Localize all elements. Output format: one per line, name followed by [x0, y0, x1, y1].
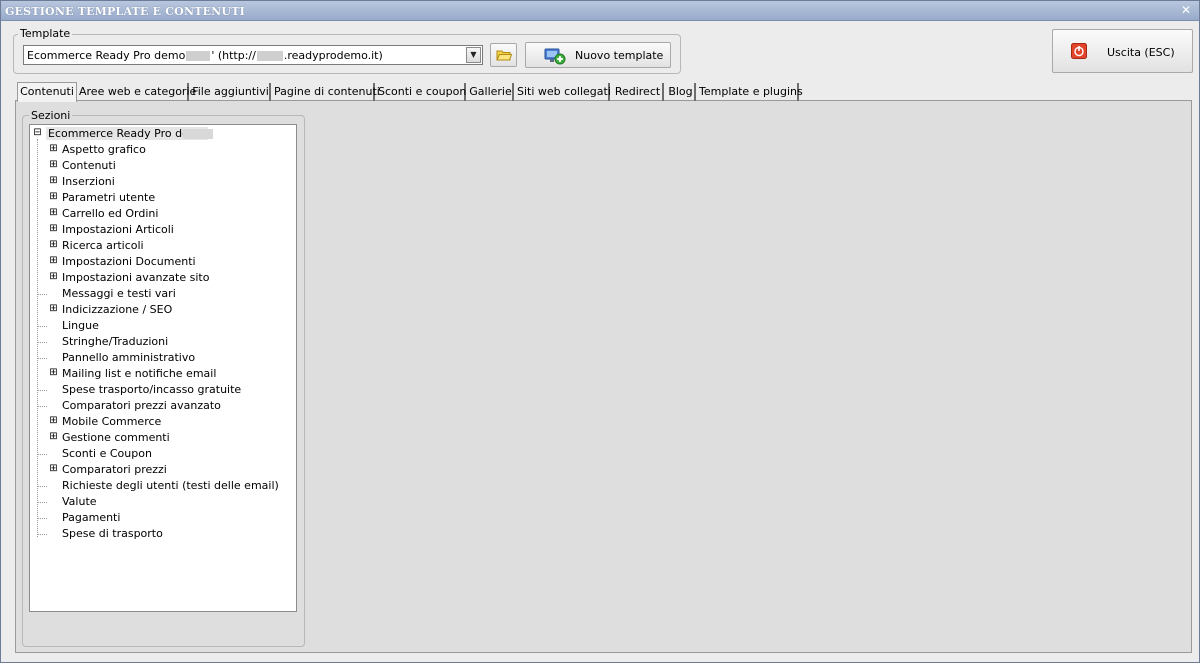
main-window: GESTIONE TEMPLATE E CONTENUTI ✕ Template…	[0, 0, 1200, 663]
expand-icon[interactable]: ⊞	[49, 160, 58, 170]
combo-text-url-domain: .readyprodemo.it)	[283, 49, 383, 62]
expand-icon[interactable]: ⊞	[49, 224, 58, 234]
tab-blog[interactable]: Blog	[667, 83, 696, 101]
tree-connector	[38, 342, 47, 343]
tab-contenuti[interactable]: Contenuti	[17, 82, 77, 102]
new-template-button[interactable]: Nuovo template	[525, 42, 671, 68]
expand-icon[interactable]: ⊞	[49, 144, 58, 154]
tab-aree-web-e-categorie[interactable]: Aree web e categorie	[79, 83, 196, 101]
tree-item-label: Carrello ed Ordini	[62, 207, 159, 220]
tree-item-label: Mailing list e notifiche email	[62, 367, 217, 380]
redacted-block	[183, 129, 213, 139]
tree-item-label: Impostazioni Articoli	[62, 223, 174, 236]
exit-button[interactable]: Uscita (ESC)	[1052, 29, 1193, 73]
tab-pagine-di-contenuti[interactable]: Pagine di contenuti	[274, 83, 380, 101]
expand-icon[interactable]: ⊞	[49, 304, 58, 314]
tree-item-label: Gestione commenti	[62, 431, 170, 444]
tree-item-label: Mobile Commerce	[62, 415, 162, 428]
tree-item-label: Impostazioni avanzate sito	[62, 271, 210, 284]
redacted-block	[256, 51, 283, 61]
expand-icon[interactable]: ⊞	[49, 192, 58, 202]
template-group-legend: Template	[18, 27, 73, 40]
add-monitor-icon	[544, 48, 566, 65]
expand-icon[interactable]: ⊞	[49, 464, 58, 474]
redacted-block	[186, 51, 211, 61]
tree-item-label: Valute	[62, 495, 97, 508]
tab-siti-web-collegati[interactable]: Siti web collegati	[517, 83, 611, 101]
tab-file-aggiuntivi[interactable]: File aggiuntivi	[192, 83, 271, 101]
window-title: GESTIONE TEMPLATE E CONTENUTI	[5, 5, 245, 18]
tree-item-label: Sconti e Coupon	[62, 447, 152, 460]
template-combo[interactable]: Ecommerce Ready Pro demo ' (http:// .ready…	[23, 45, 483, 65]
expand-icon[interactable]: ⊞	[49, 272, 58, 282]
tree-item-label: Inserzioni	[62, 175, 115, 188]
tree-item-label: Pagamenti	[62, 511, 121, 524]
close-icon[interactable]: ✕	[1179, 3, 1193, 17]
collapse-icon[interactable]: ⊟	[33, 128, 42, 138]
expand-icon[interactable]: ⊞	[49, 416, 58, 426]
tree-connector	[38, 390, 47, 391]
tree-item-label: Stringhe/Traduzioni	[62, 335, 169, 348]
tree-item-label: Indicizzazione / SEO	[62, 303, 173, 316]
power-icon	[1071, 43, 1087, 59]
tree-connector	[38, 502, 47, 503]
tree-item-label: Pannello amministrativo	[62, 351, 196, 364]
combo-text-site-name: Ecommerce Ready Pro demo	[27, 49, 186, 62]
tree-connector	[38, 358, 47, 359]
tab-gallerie[interactable]: Gallerie	[469, 83, 514, 101]
expand-icon[interactable]: ⊞	[49, 368, 58, 378]
tree-item-label: Comparatori prezzi avanzato	[62, 399, 221, 412]
expand-icon[interactable]: ⊞	[49, 208, 58, 218]
combo-text-url-prefix: ' (http://	[211, 49, 256, 62]
folder-icon	[496, 50, 512, 61]
open-folder-button[interactable]	[490, 43, 517, 67]
tree-item-label: Aspetto grafico	[62, 143, 146, 156]
chevron-down-icon[interactable]: ▼	[466, 47, 481, 63]
tree-connector	[38, 534, 47, 535]
tree-connector	[38, 326, 47, 327]
sections-group-legend: Sezioni	[29, 109, 73, 122]
exit-button-label: Uscita (ESC)	[1107, 46, 1175, 59]
expand-icon[interactable]: ⊞	[49, 256, 58, 266]
template-combo-value: Ecommerce Ready Pro demo ' (http:// .ready…	[27, 49, 383, 62]
tree-connector	[38, 294, 47, 295]
tree-item-label: Richieste degli utenti (testi delle emai…	[62, 479, 279, 492]
expand-icon[interactable]: ⊞	[49, 432, 58, 442]
tree-item-label: Spese trasporto/incasso gratuite	[62, 383, 242, 396]
title-bar[interactable]: GESTIONE TEMPLATE E CONTENUTI ✕	[1, 1, 1199, 21]
new-template-label: Nuovo template	[575, 49, 664, 62]
expand-icon[interactable]: ⊞	[49, 176, 58, 186]
tree-item-label: Comparatori prezzi	[62, 463, 167, 476]
tab-sconti-e-coupon[interactable]: Sconti e coupon	[378, 83, 466, 101]
tree-connector	[38, 486, 47, 487]
tree-item-label: Impostazioni Documenti	[62, 255, 196, 268]
tree-item-label: Spese di trasporto	[62, 527, 163, 540]
tab-redirect[interactable]: Redirect	[613, 83, 664, 101]
expand-icon[interactable]: ⊞	[49, 240, 58, 250]
tree-item-label: Messaggi e testi vari	[62, 287, 176, 300]
tree-connector	[38, 454, 47, 455]
tree-guide-line	[37, 139, 38, 537]
tree-connector	[38, 518, 47, 519]
tree-connector	[38, 406, 47, 407]
tree-item-label: Ricerca articoli	[62, 239, 144, 252]
tree-item-label: Lingue	[62, 319, 99, 332]
tab-template-e-plugins[interactable]: Template e plugins	[699, 83, 803, 101]
tree-item-label: Parametri utente	[62, 191, 156, 204]
tree-item-label: Contenuti	[62, 159, 116, 172]
